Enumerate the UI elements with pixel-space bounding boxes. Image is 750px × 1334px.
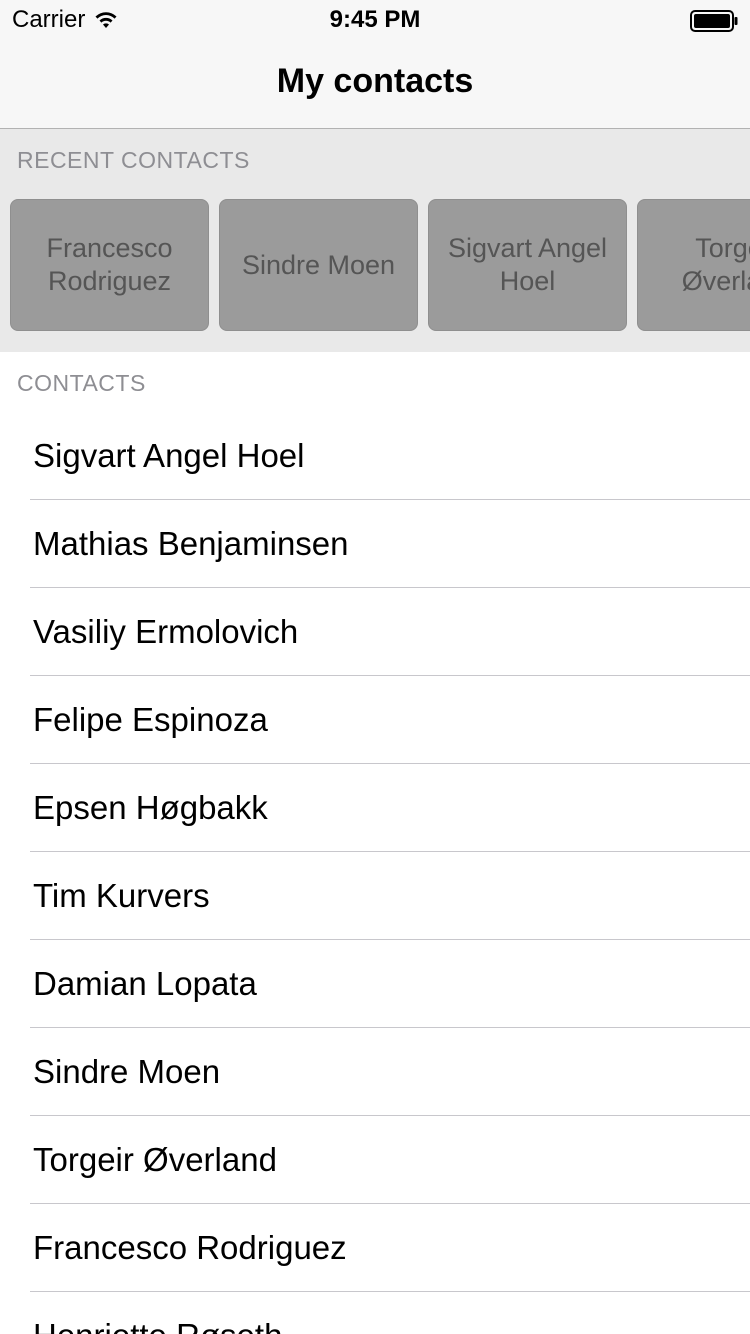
navigation-bar: My contacts bbox=[0, 40, 750, 129]
contact-row[interactable]: Epsen Høgbakk bbox=[0, 764, 750, 852]
contact-name: Tim Kurvers bbox=[33, 877, 210, 914]
contact-list[interactable]: Sigvart Angel Hoel Mathias Benjaminsen V… bbox=[0, 412, 750, 1334]
contacts-header: CONTACTS bbox=[17, 370, 146, 396]
contact-row[interactable]: Damian Lopata bbox=[0, 940, 750, 1028]
contact-name: Sigvart Angel Hoel bbox=[33, 437, 305, 474]
status-time: 9:45 PM bbox=[329, 6, 421, 33]
contact-name: Henriette Røseth bbox=[33, 1317, 282, 1334]
contact-name: Francesco Rodriguez bbox=[33, 1229, 347, 1266]
contact-name: Sindre Moen bbox=[33, 1053, 221, 1090]
recent-contact-card[interactable]: Sindre Moen bbox=[219, 199, 418, 331]
recent-contact-card[interactable]: Torgeir Øverland bbox=[637, 199, 750, 331]
contact-name: Mathias Benjaminsen bbox=[33, 525, 349, 562]
recent-contact-name: Francesco Rodriguez bbox=[46, 233, 173, 296]
contact-row[interactable]: Mathias Benjaminsen bbox=[0, 500, 750, 588]
contact-row[interactable]: Sigvart Angel Hoel bbox=[0, 412, 750, 500]
contact-name: Damian Lopata bbox=[33, 965, 257, 1002]
recent-contact-card[interactable]: Francesco Rodriguez bbox=[10, 199, 209, 331]
contact-row[interactable]: Sindre Moen bbox=[0, 1028, 750, 1116]
recent-contact-name: Sigvart Angel Hoel bbox=[447, 233, 608, 296]
contact-row[interactable]: Torgeir Øverland bbox=[0, 1116, 750, 1204]
contacts-section[interactable]: CONTACTS Sigvart Angel Hoel Mathias Benj… bbox=[0, 352, 750, 1334]
contact-row[interactable]: Henriette Røseth bbox=[0, 1292, 750, 1334]
recent-contacts-header: RECENT CONTACTS bbox=[17, 147, 250, 173]
status-bar: Carrier 9:45 PM bbox=[0, 0, 750, 40]
recent-contact-name: Torgeir Øverland bbox=[681, 233, 750, 296]
contact-row[interactable]: Felipe Espinoza bbox=[0, 676, 750, 764]
page-title: My contacts bbox=[276, 62, 474, 100]
contact-name: Epsen Høgbakk bbox=[33, 789, 268, 826]
recent-contact-card[interactable]: Sigvart Angel Hoel bbox=[428, 199, 627, 331]
recent-contacts-carousel[interactable]: Francesco Rodriguez Sindre Moen Sigvart … bbox=[10, 199, 750, 331]
contact-row[interactable]: Francesco Rodriguez bbox=[0, 1204, 750, 1292]
battery-icon bbox=[690, 10, 738, 32]
contact-row[interactable]: Vasiliy Ermolovich bbox=[0, 588, 750, 676]
contact-name: Torgeir Øverland bbox=[33, 1141, 277, 1178]
contact-row[interactable]: Tim Kurvers bbox=[0, 852, 750, 940]
contact-name: Vasiliy Ermolovich bbox=[33, 613, 299, 650]
contact-name: Felipe Espinoza bbox=[33, 701, 268, 738]
recent-contact-name: Sindre Moen bbox=[241, 249, 396, 280]
recent-contacts-section[interactable]: RECENT CONTACTS Francesco Rodriguez Sind… bbox=[0, 129, 750, 352]
